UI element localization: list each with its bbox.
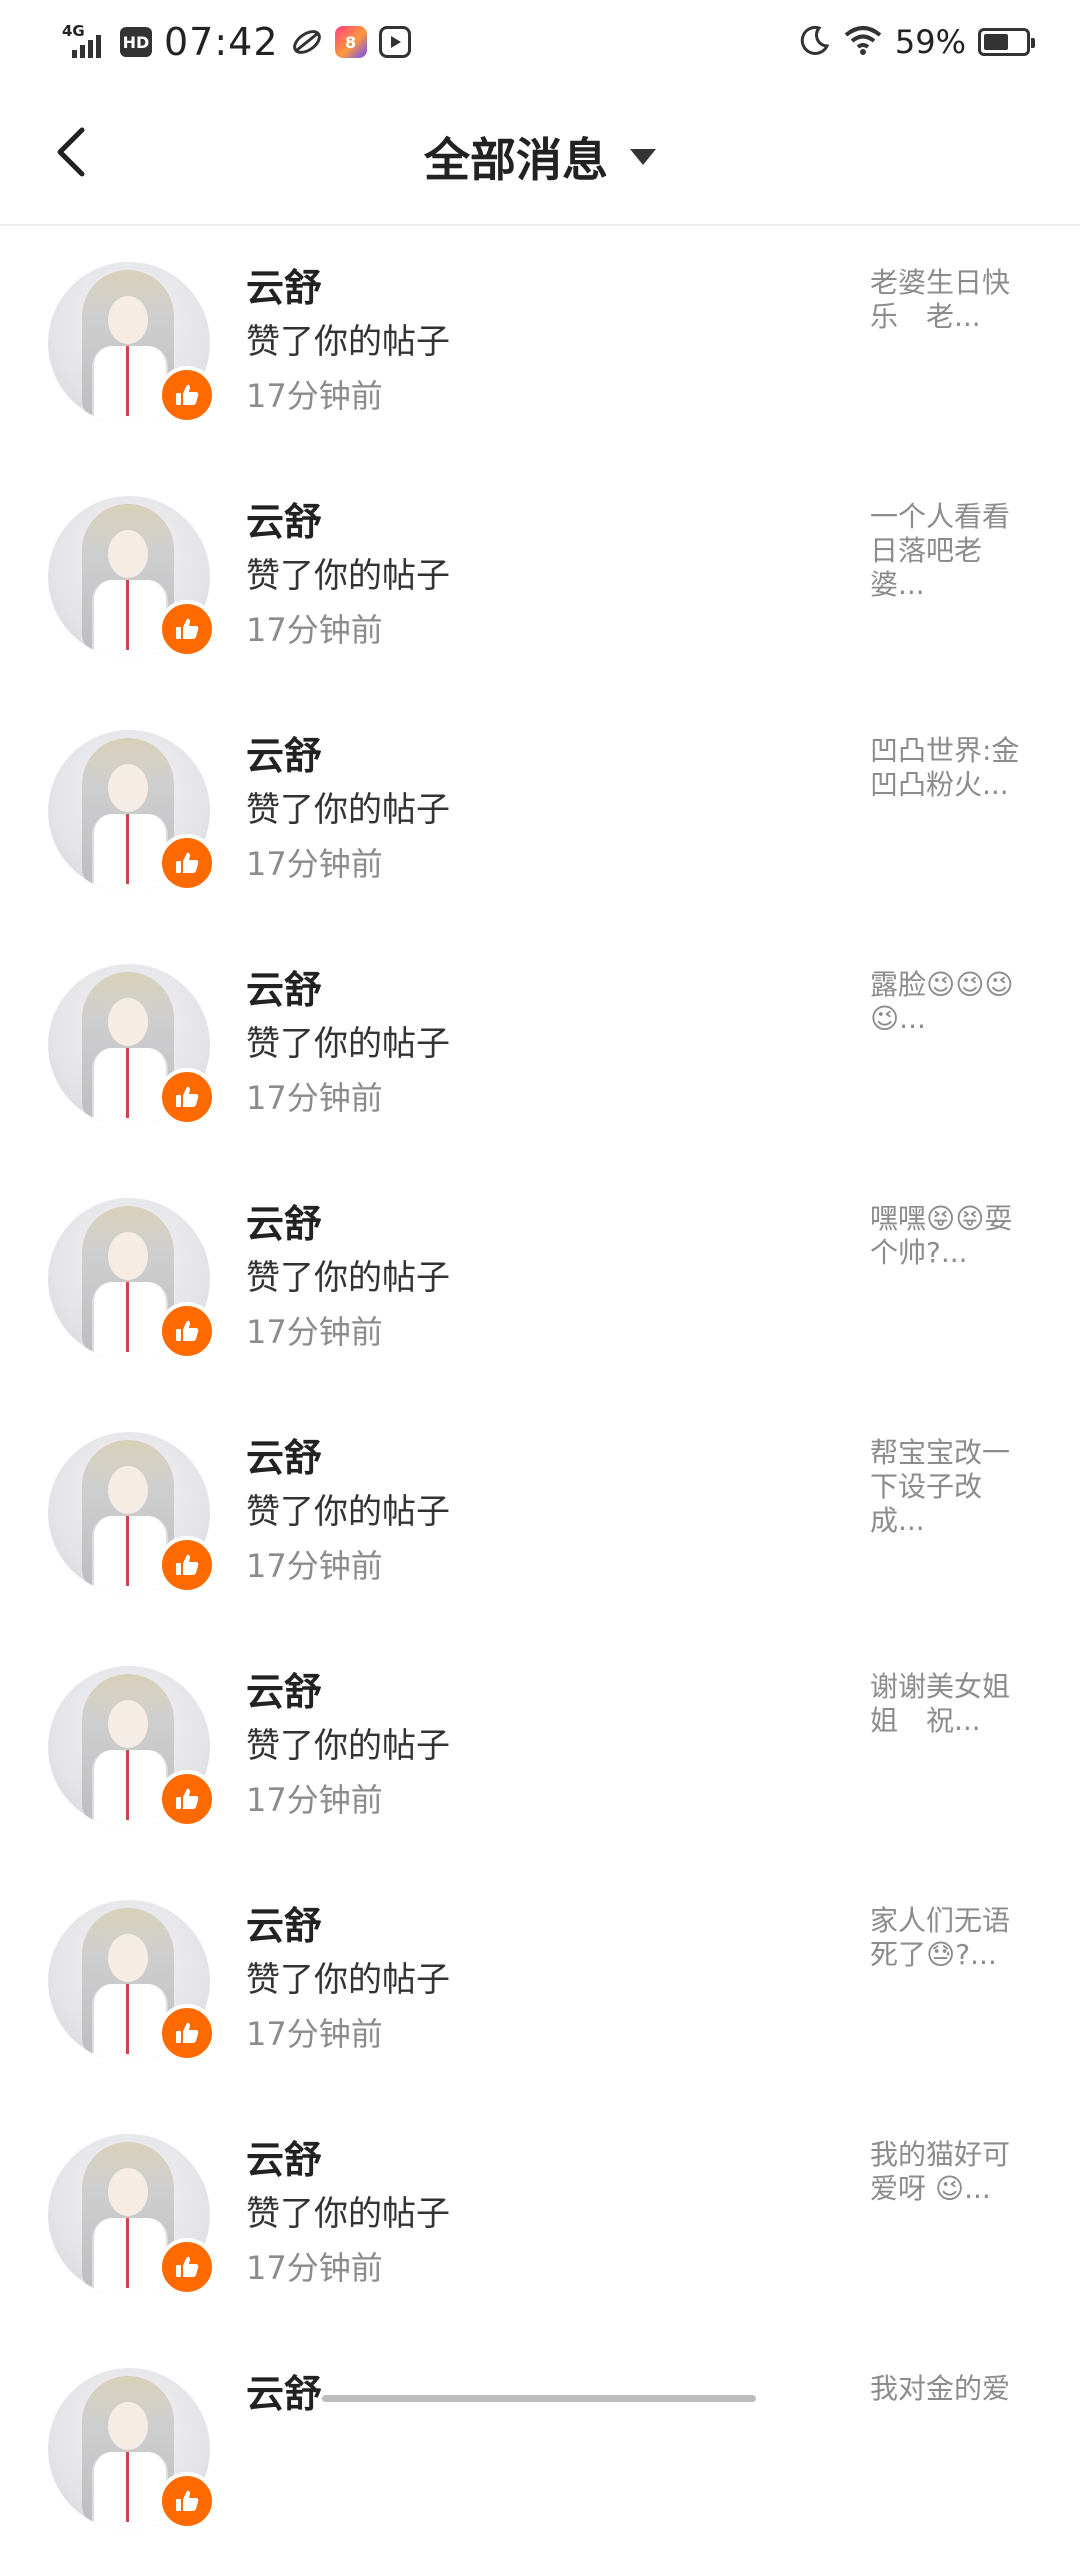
post-preview[interactable]: 我对金的爱 [870,2372,1030,2406]
notification-action: 赞了你的帖子 [246,556,450,596]
user-name[interactable]: 云舒 [246,262,450,314]
header: 全部消息 [0,84,1080,226]
moon-icon [799,24,831,60]
thumbs-up-icon [158,2238,216,2296]
notification-action: 赞了你的帖子 [246,1024,450,1064]
notification-time: 17分钟前 [246,2015,383,2053]
notification-action: 赞了你的帖子 [246,1960,450,2000]
item-texts: 云舒赞了你的帖子 17分钟前 [246,964,450,1124]
notification-time: 17分钟前 [246,377,383,415]
notification-action: 赞了你的帖子 [246,322,450,362]
user-name[interactable]: 云舒 [246,2134,450,2186]
thumbs-up-icon [158,600,216,658]
leaf-app-icon [291,26,323,58]
notification-action: 赞了你的帖子 [246,1258,450,1298]
status-right: 59% [799,23,1035,61]
notification-item[interactable]: 云舒赞了你的帖子 17分钟前 一个人看看日落吧老婆... [0,460,1080,694]
home-indicator[interactable] [322,2395,756,2402]
notification-item[interactable]: 云舒赞了你的帖子 17分钟前 我的猫好可爱呀 😉... [0,2098,1080,2332]
post-preview[interactable]: 谢谢美女姐姐 祝... [870,1670,1030,1738]
page-title: 全部消息 [424,133,608,187]
item-texts: 云舒赞了你的帖子 17分钟前 [246,496,450,656]
notification-item[interactable]: 云舒赞了你的帖子 17分钟前 家人们无语死了😓?... [0,1864,1080,2098]
notification-action: 赞了你的帖子 [246,1492,450,1532]
notification-item[interactable]: 云舒赞了你的帖子 17分钟前 帮宝宝改一下设子改成... [0,1396,1080,1630]
notification-item[interactable]: 云舒 我对金的爱 [0,2332,1080,2566]
user-name[interactable]: 云舒 [246,2368,322,2420]
notification-time: 17分钟前 [246,1547,383,1585]
notification-time: 17分钟前 [246,1781,383,1819]
colorful-app-icon: 8 [334,26,367,58]
post-preview[interactable]: 帮宝宝改一下设子改成... [870,1436,1030,1538]
notification-time: 17分钟前 [246,1313,383,1351]
thumbs-up-icon [158,834,216,892]
triangle-down-icon [630,149,656,165]
wifi-icon [843,24,883,60]
notification-action: 赞了你的帖子 [246,1726,450,1766]
item-texts: 云舒赞了你的帖子 17分钟前 [246,1666,450,1826]
user-name[interactable]: 云舒 [246,730,450,782]
notification-item[interactable]: 云舒赞了你的帖子 17分钟前 嘿嘿😝😝耍个帅?... [0,1162,1080,1396]
user-name[interactable]: 云舒 [246,1666,450,1718]
notification-item[interactable]: 云舒赞了你的帖子 17分钟前 谢谢美女姐姐 祝... [0,1630,1080,1864]
notification-list: 云舒 赞了你的帖子 17分钟前 老婆生日快乐 老... 云舒 赞了你的帖子 17分钟前 一个人… [0,226,1080,2566]
post-preview[interactable]: 凹凸世界:金凹凸粉火... [870,734,1030,802]
post-preview[interactable]: 嘿嘿😝😝耍个帅?... [870,1202,1030,1270]
notification-time: 17分钟前 [246,845,383,883]
status-left: 4G HD 07:42 8 [62,20,411,64]
battery-fill [984,34,1008,50]
user-name[interactable]: 云舒 [246,1900,450,1952]
user-name[interactable]: 云舒 [246,1198,450,1250]
thumbs-up-icon [158,1770,216,1828]
user-name[interactable]: 云舒 [246,496,450,548]
play-app-icon [378,26,411,58]
notification-time: 17分钟前 [246,2249,383,2287]
item-texts: 云舒赞了你的帖子 17分钟前 [246,262,450,422]
battery-percent: 59% [894,23,966,61]
hd-icon: HD [120,27,152,57]
post-preview[interactable]: 家人们无语死了😓?... [870,1904,1030,1972]
status-time: 07:42 [164,20,279,64]
notification-time: 17分钟前 [246,1079,383,1117]
thumbs-up-icon [158,1068,216,1126]
battery-icon [978,28,1035,56]
signal-icon: 4G [62,24,108,60]
post-preview[interactable]: 老婆生日快乐 老... [870,266,1030,334]
user-name[interactable]: 云舒 [246,1432,450,1484]
post-preview[interactable]: 我的猫好可爱呀 😉... [870,2138,1030,2206]
post-preview[interactable]: 露脸😉😉😉😉... [870,968,1030,1036]
item-texts: 云舒赞了你的帖子 17分钟前 [246,1198,450,1358]
notification-item[interactable]: 云舒赞了你的帖子 17分钟前 老婆生日快乐 老... [0,226,1080,460]
item-texts: 云舒赞了你的帖子 17分钟前 [246,730,450,890]
notification-action: 赞了你的帖子 [246,790,450,830]
status-bar: 4G HD 07:42 8 59% [0,0,1080,84]
item-texts: 云舒赞了你的帖子 17分钟前 [246,1432,450,1592]
notification-item[interactable]: 云舒赞了你的帖子 17分钟前 露脸😉😉😉😉... [0,928,1080,1162]
user-name[interactable]: 云舒 [246,964,450,1016]
thumbs-up-icon [158,2004,216,2062]
thumbs-up-icon [158,2472,216,2530]
item-texts: 云舒赞了你的帖子 17分钟前 [246,1900,450,2060]
item-texts: 云舒 [246,2368,322,2420]
thumbs-up-icon [158,1536,216,1594]
thumbs-up-icon [158,366,216,424]
notification-item[interactable]: 云舒赞了你的帖子 17分钟前 凹凸世界:金凹凸粉火... [0,694,1080,928]
notification-action: 赞了你的帖子 [246,2194,450,2234]
message-filter-dropdown[interactable]: 全部消息 [0,124,1080,190]
item-texts: 云舒赞了你的帖子 17分钟前 [246,2134,450,2294]
thumbs-up-icon [158,1302,216,1360]
notification-time: 17分钟前 [246,611,383,649]
post-preview[interactable]: 一个人看看日落吧老婆... [870,500,1030,602]
